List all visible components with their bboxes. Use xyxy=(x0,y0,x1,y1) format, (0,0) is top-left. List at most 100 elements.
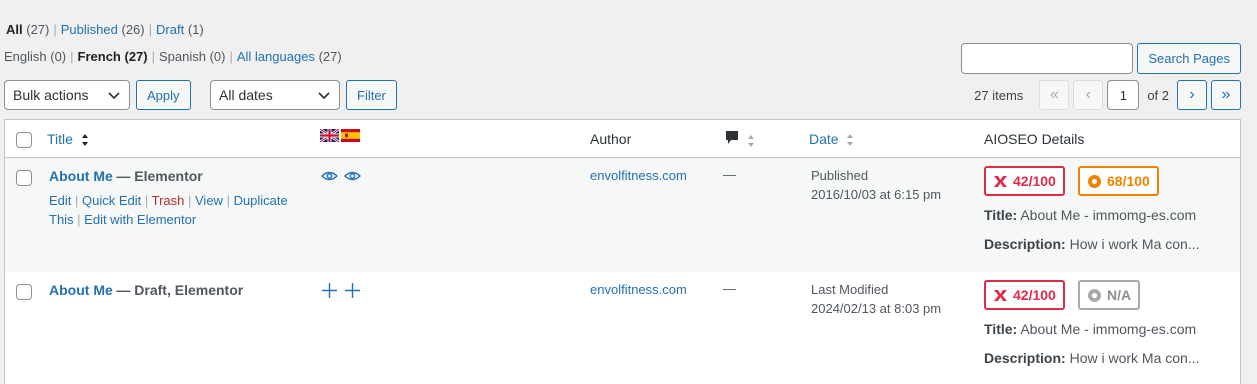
row-checkbox[interactable] xyxy=(16,170,32,186)
aioseo-logo-icon xyxy=(1088,288,1101,302)
bulk-actions-select[interactable]: Bulk actions xyxy=(4,80,130,110)
column-comments[interactable] xyxy=(725,130,755,148)
search-input[interactable] xyxy=(961,43,1134,74)
table-header: Title Author Date AIOSEO Details xyxy=(5,120,1240,158)
seo-description-label: Description: xyxy=(984,236,1066,252)
first-page-button: « xyxy=(1039,80,1070,110)
row-title-cell: About Me — Elementor xyxy=(49,168,203,184)
eye-icon[interactable] xyxy=(344,170,361,182)
separator: | xyxy=(151,49,155,64)
pages-table: Title Author Date AIOSEO Details About M… xyxy=(4,119,1241,384)
current-page-input[interactable]: 1 xyxy=(1107,80,1140,110)
dates-select[interactable]: All dates xyxy=(210,80,340,110)
truseo-score-value: 68/100 xyxy=(1107,173,1150,189)
seo-score-badge[interactable]: 42/100 xyxy=(984,166,1065,196)
translation-icons xyxy=(321,282,361,299)
total-pages: of 2 xyxy=(1147,87,1169,103)
comment-icon xyxy=(726,131,738,144)
date-value: 2024/02/13 at 8:03 pm xyxy=(811,301,942,316)
row-title-link[interactable]: About Me xyxy=(49,282,113,298)
separator: | xyxy=(53,22,57,37)
apply-button[interactable]: Apply xyxy=(136,80,191,110)
author-link[interactable]: envolfitness.com xyxy=(590,168,687,183)
table-row: About Me — Elementor Edit | Quick Edit |… xyxy=(5,158,1240,272)
truseo-score-value: N/A xyxy=(1107,287,1132,303)
author-link[interactable]: envolfitness.com xyxy=(590,282,687,297)
column-author: Author xyxy=(590,131,632,147)
pagination: 27 items « ‹ 1 of 2 › » xyxy=(974,80,1241,110)
edit-link[interactable]: Edit xyxy=(49,193,71,208)
translation-icons xyxy=(321,170,361,182)
seo-title-value: About Me - immomg-es.com xyxy=(1020,321,1197,337)
eye-icon[interactable] xyxy=(321,170,338,182)
table-row: About Me — Draft, Elementor envolfitness… xyxy=(5,272,1240,384)
row-title-cell: About Me — Draft, Elementor xyxy=(49,282,243,298)
aioseo-logo-icon xyxy=(1088,174,1101,188)
seo-description-label: Description: xyxy=(984,350,1066,366)
lang-all[interactable]: All languages xyxy=(237,49,315,64)
view-draft[interactable]: Draft (1) xyxy=(156,22,204,37)
truseo-score-badge[interactable]: N/A xyxy=(1078,280,1141,310)
lang-french[interactable]: French (27) xyxy=(78,49,148,64)
separator: | xyxy=(148,22,153,37)
uk-flag-icon xyxy=(320,129,339,142)
plus-icon[interactable] xyxy=(344,282,361,299)
plus-icon[interactable] xyxy=(321,282,338,299)
seo-score-value: 42/100 xyxy=(1013,173,1056,189)
seo-description-value: How i work Ma con... xyxy=(1069,236,1200,252)
column-date-link[interactable]: Date xyxy=(809,131,839,147)
seo-title-line: Title: About Me - immomg-es.com xyxy=(984,321,1196,337)
select-all-checkbox[interactable] xyxy=(16,132,32,148)
next-page-button[interactable]: › xyxy=(1177,80,1207,110)
edit-elementor-link[interactable]: Edit with Elementor xyxy=(84,212,196,227)
items-count: 27 items xyxy=(974,87,1024,103)
seo-description-line: Description: How i work Ma con... xyxy=(984,350,1200,366)
last-page-button[interactable]: » xyxy=(1211,80,1241,110)
truseo-score-badge[interactable]: 68/100 xyxy=(1078,166,1159,196)
column-aioseo: AIOSEO Details xyxy=(984,131,1085,147)
column-date[interactable]: Date xyxy=(809,131,854,147)
seo-description-line: Description: How i work Ma con... xyxy=(984,236,1200,252)
seo-score-icon xyxy=(994,175,1007,187)
sort-icon xyxy=(747,135,754,148)
spain-flag-icon xyxy=(341,129,360,142)
seo-title-label: Title: xyxy=(984,321,1018,337)
language-filter: English (0) | French (27) | Spanish (0) | All … xyxy=(4,49,342,64)
prev-page-button: ‹ xyxy=(1073,80,1104,110)
seo-score-icon xyxy=(994,289,1007,301)
chevron-down-icon xyxy=(318,92,330,100)
seo-description-value: How i work Ma con... xyxy=(1069,350,1200,366)
sort-icon xyxy=(81,134,88,147)
seo-score-badge[interactable]: 42/100 xyxy=(984,280,1065,310)
row-checkbox[interactable] xyxy=(16,284,32,300)
column-title-link[interactable]: Title xyxy=(47,131,73,147)
view-published[interactable]: Published (26) xyxy=(61,22,145,37)
search-box: Search Pages xyxy=(961,43,1241,74)
filter-button[interactable]: Filter xyxy=(346,80,397,110)
seo-title-line: Title: About Me - immomg-es.com xyxy=(984,207,1196,223)
view-link[interactable]: View xyxy=(195,193,223,208)
comments-count: — xyxy=(723,167,736,182)
language-flags xyxy=(320,129,360,142)
chevron-down-icon xyxy=(108,92,120,100)
comments-count: — xyxy=(723,281,736,296)
seo-title-label: Title: xyxy=(984,207,1018,223)
status-views: All (27) | Published (26) | Draft (1) xyxy=(6,22,204,37)
view-all[interactable]: All (27) xyxy=(6,22,49,37)
post-state: — Draft, Elementor xyxy=(116,282,244,298)
date-value: 2016/10/03 at 6:15 pm xyxy=(811,187,942,202)
separator: | xyxy=(70,49,74,64)
lang-english[interactable]: English (0) xyxy=(4,49,66,64)
bulk-actions-value: Bulk actions xyxy=(13,87,89,103)
quick-edit-link[interactable]: Quick Edit xyxy=(82,193,141,208)
column-title[interactable]: Title xyxy=(47,131,89,147)
separator: | xyxy=(229,49,233,64)
date-status: Last Modified xyxy=(811,282,889,297)
row-title-link[interactable]: About Me xyxy=(49,168,113,184)
search-pages-button[interactable]: Search Pages xyxy=(1137,43,1241,74)
lang-spanish[interactable]: Spanish (0) xyxy=(159,49,225,64)
trash-link[interactable]: Trash xyxy=(152,193,185,208)
date-status: Published xyxy=(811,168,869,183)
date-cell: Last Modified 2024/02/13 at 8:03 pm xyxy=(811,280,941,318)
dates-value: All dates xyxy=(219,87,273,103)
